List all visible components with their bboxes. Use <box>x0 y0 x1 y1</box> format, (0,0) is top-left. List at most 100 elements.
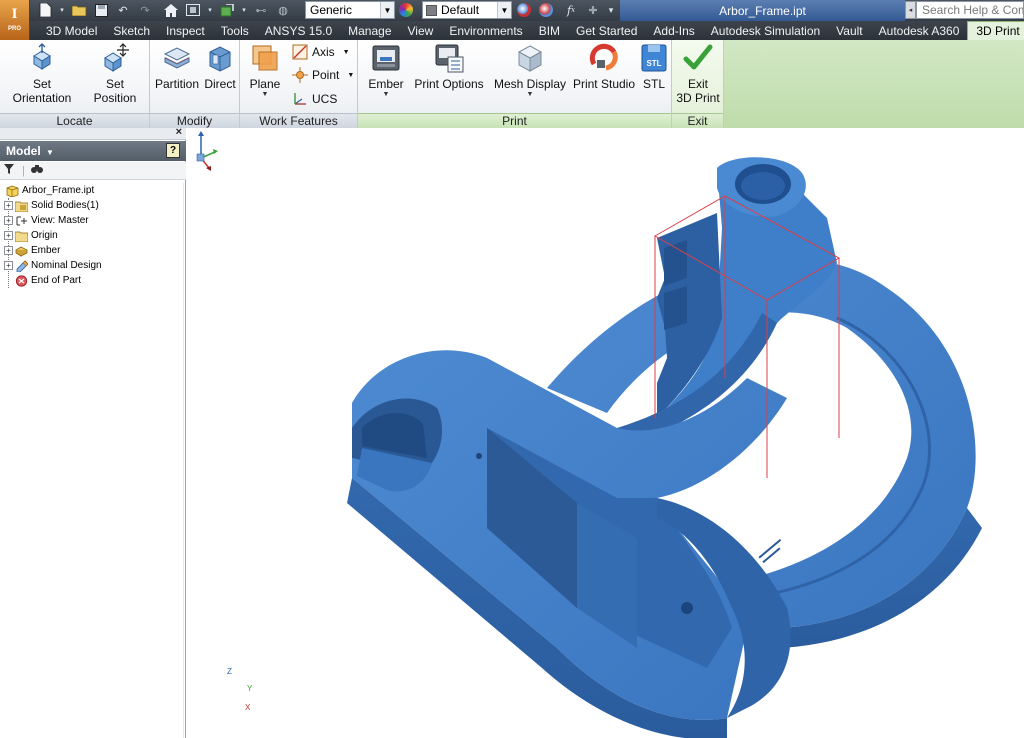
tab-environments[interactable]: Environments <box>441 22 530 40</box>
toolbar-divider: | <box>22 164 25 177</box>
plane-button[interactable]: Plane ▼ <box>246 42 284 99</box>
new-file-icon[interactable] <box>36 2 54 18</box>
nav-dropdown-icon[interactable]: ▾ <box>206 2 214 18</box>
redo-icon[interactable]: ↷ <box>136 2 154 18</box>
tab-add-ins[interactable]: Add-Ins <box>645 22 702 40</box>
tab-autodesk-simulation[interactable]: Autodesk Simulation <box>703 22 828 40</box>
axis-button[interactable]: Axis ▼ <box>292 42 350 62</box>
save-icon[interactable] <box>92 2 110 18</box>
tab-tools[interactable]: Tools <box>213 22 257 40</box>
adjust-appearance-icon[interactable] <box>517 3 531 17</box>
tab-3d-model[interactable]: 3D Model <box>38 22 105 40</box>
ucs-button[interactable]: UCS <box>292 89 337 109</box>
select-filter-icon[interactable]: ⊷ <box>252 2 270 18</box>
direct-button[interactable]: Direct <box>202 42 238 91</box>
new-dropdown-icon[interactable]: ▾ <box>58 2 66 18</box>
arbor-frame-part-model[interactable] <box>187 128 1024 738</box>
ribbon-tab-bar: 3D Model Sketch Inspect Tools ANSYS 15.0… <box>0 21 1024 40</box>
set-orientation-button[interactable]: Set Orientation <box>3 42 81 105</box>
update-icon[interactable]: ◍ <box>274 2 292 18</box>
point-label: Point <box>312 68 340 82</box>
print-studio-button[interactable]: Print Studio <box>572 42 636 91</box>
locate-panel-title: Locate <box>0 113 149 128</box>
work-features-panel-title: Work Features <box>240 113 357 128</box>
home-icon[interactable] <box>162 2 180 18</box>
crosshair-icon[interactable]: ✚ <box>584 2 602 18</box>
appearance-value: Default <box>441 3 480 17</box>
tree-node-origin[interactable]: + Origin <box>0 228 184 243</box>
ribbon-empty-area <box>724 40 1024 128</box>
return-icon[interactable] <box>218 2 236 18</box>
appearance-select[interactable]: Default ▼ <box>422 1 512 19</box>
plane-label: Plane <box>249 77 281 91</box>
point-button[interactable]: Point ▼ <box>292 65 354 85</box>
exit-3d-print-button[interactable]: Exit 3D Print <box>674 42 722 105</box>
tab-get-started[interactable]: Get Started <box>568 22 645 40</box>
tree-node-solid-bodies[interactable]: + Solid Bodies(1) <box>0 198 184 213</box>
set-orientation-icon <box>33 43 51 70</box>
window-title: Arbor_Frame.ipt <box>620 0 905 21</box>
application-menu-button[interactable]: I PRO <box>0 0 30 40</box>
set-position-button[interactable]: Set Position <box>83 42 147 105</box>
exit-panel: Exit 3D Print Exit <box>672 40 724 128</box>
zoom-all-icon[interactable] <box>184 2 202 18</box>
expand-icon[interactable]: + <box>4 201 13 210</box>
find-binoculars-icon[interactable] <box>30 164 43 177</box>
model-browser: × Model ▼ ? | Arbor_Frame.ipt + Solid Bo… <box>0 126 186 738</box>
close-icon[interactable]: × <box>176 126 182 138</box>
set-orientation-label: Set Orientation <box>12 77 72 105</box>
expand-icon[interactable]: + <box>4 231 13 240</box>
direct-label: Direct <box>204 77 236 91</box>
engraving-marks <box>758 539 782 564</box>
print-panel: Ember ▼ Print Options Mesh Display ▼ Pri… <box>358 40 672 128</box>
clear-appearance-icon[interactable] <box>539 3 553 17</box>
exit-label-line2: 3D Print <box>676 91 720 105</box>
model-tree: Arbor_Frame.ipt + Solid Bodies(1) + View… <box>0 183 184 288</box>
tab-autodesk-a360[interactable]: Autodesk A360 <box>871 22 968 40</box>
appearance-color-wheel-icon[interactable] <box>399 3 413 17</box>
undo-icon[interactable]: ↶ <box>114 2 132 18</box>
triad-y-label: Y <box>247 684 253 693</box>
tab-sketch[interactable]: Sketch <box>105 22 158 40</box>
tree-node-nominal-design[interactable]: + Nominal Design <box>0 258 184 273</box>
plane-icon <box>252 45 278 71</box>
tree-node-view[interactable]: + View: Master <box>0 213 184 228</box>
chevron-left-icon[interactable]: ◂ <box>905 1 916 19</box>
tree-node-end-of-part[interactable]: End of Part <box>0 273 184 288</box>
graphics-viewport[interactable]: Z Y X <box>187 128 1024 738</box>
tab-bim[interactable]: BIM <box>531 22 568 40</box>
function-fx-icon[interactable]: fx <box>562 2 580 18</box>
customize-dropdown-icon[interactable]: ▾ <box>602 2 620 18</box>
tab-view[interactable]: View <box>400 22 442 40</box>
tree-node-label: End of Part <box>31 275 82 286</box>
mesh-display-button[interactable]: Mesh Display ▼ <box>492 42 568 99</box>
help-icon[interactable]: ? <box>166 143 180 158</box>
tree-node-ember[interactable]: + Ember <box>0 243 184 258</box>
expand-icon[interactable]: + <box>4 216 13 225</box>
chevron-down-icon[interactable]: ▼ <box>46 148 54 157</box>
return-dropdown-icon[interactable]: ▾ <box>240 2 248 18</box>
expand-icon[interactable]: + <box>4 246 13 255</box>
partition-button[interactable]: Partition <box>152 42 202 91</box>
filter-icon[interactable] <box>4 164 14 177</box>
open-folder-icon[interactable] <box>70 2 88 18</box>
print-options-button[interactable]: Print Options <box>414 42 484 91</box>
tab-3d-print[interactable]: 3D Print <box>967 21 1024 40</box>
tab-inspect[interactable]: Inspect <box>158 22 213 40</box>
tree-node-part[interactable]: Arbor_Frame.ipt <box>0 183 184 198</box>
search-help-input[interactable]: Search Help & Com <box>916 1 1024 19</box>
stl-button[interactable]: STL STL <box>638 42 670 91</box>
tab-manage[interactable]: Manage <box>340 22 399 40</box>
browser-grip[interactable]: × <box>0 126 186 140</box>
ember-build-icon <box>15 246 28 256</box>
appearance-swatch-icon <box>426 4 437 16</box>
material-select[interactable]: Generic ▼ <box>305 1 395 19</box>
axis-label: Axis <box>312 45 335 59</box>
ember-button[interactable]: Ember ▼ <box>366 42 406 99</box>
tab-ansys[interactable]: ANSYS 15.0 <box>257 22 340 40</box>
expand-icon[interactable]: + <box>4 261 13 270</box>
tab-vault[interactable]: Vault <box>828 22 870 40</box>
browser-title[interactable]: Model <box>6 144 41 158</box>
browser-header[interactable]: Model ▼ ? <box>0 141 186 161</box>
origin-folder-icon <box>15 231 28 242</box>
